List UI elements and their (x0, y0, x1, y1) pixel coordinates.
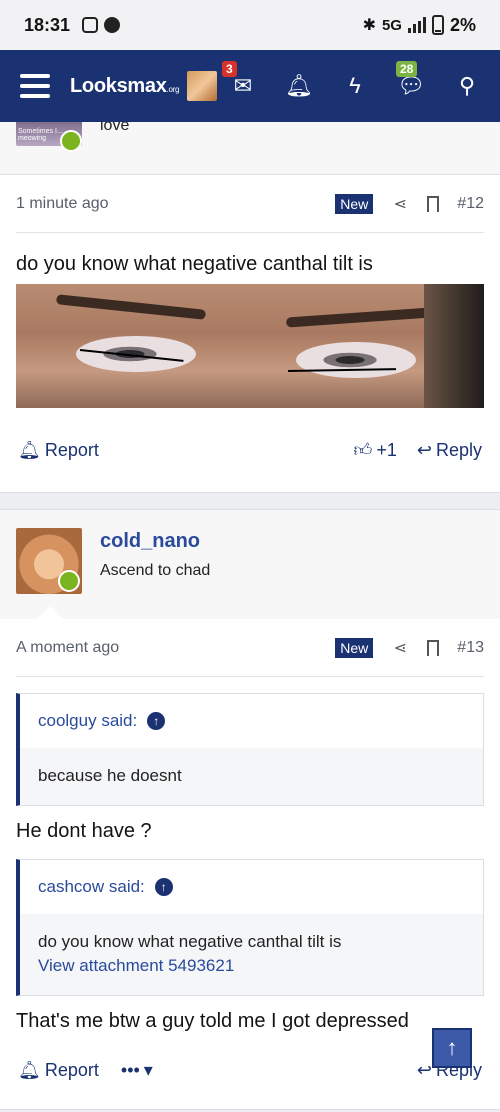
inbox-badge: 3 (222, 61, 237, 77)
previous-post-header: Sometimes I... meowing love (0, 122, 500, 174)
post-time[interactable]: A moment ago (16, 639, 119, 657)
post-text: do you know what negative canthal tilt i… (16, 253, 373, 275)
scroll-to-top-button[interactable]: ↑ (432, 1028, 472, 1068)
status-bar: 18:31 ✱ 5G 2% (0, 0, 500, 50)
inbox-icon[interactable]: ✉ 3 (222, 61, 256, 99)
quote-block: coolguy said: ↑ because he doesnt (16, 693, 484, 806)
quote-block: cashcow said: ↑ do you know what negative… (16, 858, 484, 996)
user-title: Ascend to chad (100, 562, 211, 579)
menu-icon[interactable] (20, 74, 50, 98)
arrow-up-icon[interactable]: ↑ (154, 877, 173, 896)
previous-user-title: love (100, 122, 130, 134)
like-button[interactable]: 👍︎ +1 (354, 439, 397, 461)
post-12: 1 minute ago New ⋖ #12 do you know what … (0, 174, 500, 493)
thumbs-up-icon: 👍︎ (353, 440, 373, 460)
messages-icon[interactable]: 💬︎ 28 (396, 61, 425, 99)
username[interactable]: cold_nano (100, 530, 200, 553)
post-number[interactable]: #13 (457, 639, 484, 657)
more-options-button[interactable]: ••• ▾ (121, 1060, 153, 1081)
arrow-up-icon: ↑ (446, 1035, 458, 1060)
report-button[interactable]: 🔔︎ Report (18, 1060, 99, 1081)
whatsapp-icon (104, 17, 121, 33)
quote-text: do you know what negative canthal tilt i… (38, 931, 342, 951)
arrow-up-icon[interactable]: ↑ (147, 712, 166, 730)
status-time: 18:31 (24, 14, 71, 35)
reply-arrow-icon: ↩ (416, 439, 432, 460)
new-tag: New (335, 193, 374, 214)
post-13-user-header: cold_nano Ascend to chad (0, 509, 500, 620)
quote-text: because he doesnt (20, 748, 483, 805)
reply-arrow-icon: ↩ (416, 1060, 432, 1081)
share-icon[interactable]: ⋖ (391, 195, 409, 213)
bell-icon[interactable]: 🔔︎ (285, 73, 313, 99)
online-indicator (60, 130, 82, 152)
post-time[interactable]: 1 minute ago (16, 195, 109, 213)
signal-icon (407, 17, 426, 33)
battery-icon (431, 15, 444, 35)
bluetooth-icon: ✱ (362, 17, 376, 34)
bookmark-icon[interactable] (427, 195, 440, 212)
quote-body: do you know what negative canthal tilt i… (20, 913, 483, 995)
site-logo[interactable]: Looksmax.org (70, 75, 179, 98)
search-icon[interactable]: ⚲ (454, 73, 480, 99)
bell-icon: 🔔︎ (18, 1060, 41, 1081)
instagram-icon (82, 17, 99, 33)
caret-down-icon: ▾ (143, 1060, 153, 1081)
post-text: He dont have ? (16, 819, 152, 842)
quote-author[interactable]: coolguy said: (38, 711, 137, 731)
reply-button[interactable]: ↩ Reply (417, 440, 482, 461)
post-actions: 🔔︎ Report 👍︎ +1 ↩ Reply (0, 408, 500, 492)
post-text: That's me btw a guy told me I got depres… (16, 1009, 409, 1032)
post-meta: A moment ago New ⋖ #13 (16, 619, 484, 677)
top-navbar: Looksmax.org ✉ 3 🔔︎ ϟ 💬︎ 28 ⚲ (0, 50, 500, 122)
report-button[interactable]: 🔔︎ Report (18, 440, 99, 461)
share-icon[interactable]: ⋖ (391, 639, 409, 657)
user-avatar-nav[interactable] (187, 71, 218, 101)
battery-percent: 2% (449, 14, 476, 35)
messages-badge: 28 (396, 61, 418, 77)
online-indicator (58, 570, 80, 592)
post-actions: 🔔︎ Report ••• ▾ ↩ Reply (0, 1033, 500, 1109)
network-type: 5G (381, 16, 402, 34)
post-13: A moment ago New ⋖ #13 coolguy said: ↑ be… (0, 619, 500, 1110)
lightning-icon[interactable]: ϟ (342, 73, 368, 99)
attachment-image[interactable] (16, 284, 484, 408)
new-tag: New (335, 637, 374, 658)
post-number[interactable]: #12 (457, 195, 484, 213)
post-meta: 1 minute ago New ⋖ #12 (16, 175, 484, 233)
bell-icon: 🔔︎ (18, 439, 41, 460)
bookmark-icon[interactable] (427, 639, 440, 656)
thread-content: Sometimes I... meowing love 1 minute ago… (0, 122, 500, 1112)
quote-author[interactable]: cashcow said: (38, 877, 145, 897)
attachment-link[interactable]: View attachment 5493621 (38, 954, 465, 979)
